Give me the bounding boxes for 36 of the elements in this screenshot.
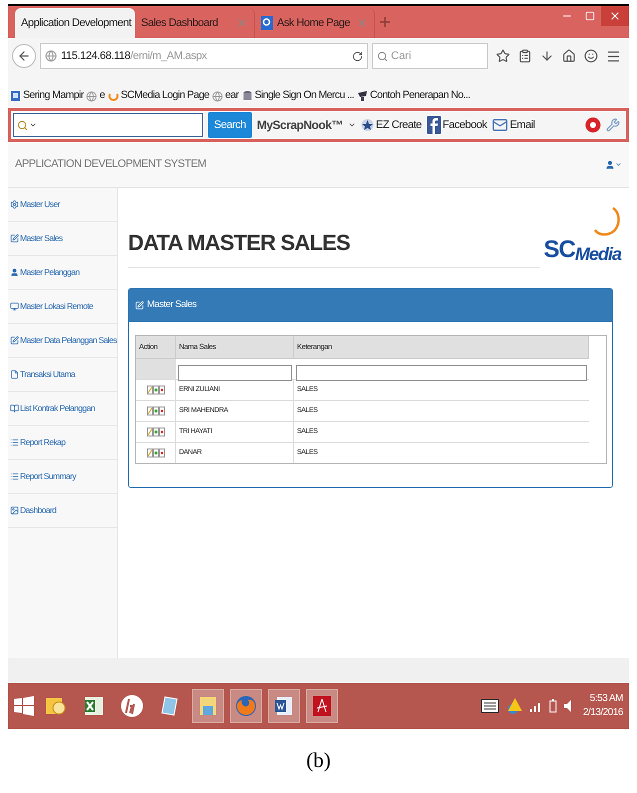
page-heading: DATA MASTER SALES [128,226,540,268]
logo-text: Media [574,244,621,266]
toolbar-link[interactable]: EZ Create [360,116,422,134]
sidebar-item[interactable]: Report Rekap [8,426,117,460]
url-host: 115.124.68.118 [61,48,130,64]
bookmark-link[interactable]: ear [212,88,239,104]
panel-title: Master Sales [147,298,196,312]
tab-title: Ask Home Page [277,16,351,31]
clock[interactable]: 5:53 AM 2/13/2016 [583,692,623,720]
sidebar-item[interactable]: Master Data Pelanggan Sales [8,324,117,358]
toolbar-link[interactable]: Email [492,116,535,134]
sidebar-item[interactable]: Report Summary [8,460,117,494]
sidebar-item[interactable]: Master User [8,188,117,222]
url-path: /erni/m_AM.aspx [130,48,207,64]
bookmark-link[interactable]: Sering Mampir [10,88,84,104]
search-button[interactable]: Search [208,112,252,138]
sidebar-item[interactable]: List Kontrak Pelanggan [8,392,117,426]
logo-text: SC [544,235,575,265]
sidebar-item[interactable]: Dashboard [8,494,117,528]
bookmark-link[interactable]: Single Sign On Mercu ... [242,88,354,104]
figure-caption: (b) [306,747,331,774]
tab-title: Sales Dashboard [141,16,219,31]
search-field[interactable]: Cari [372,43,488,69]
sidebar-item[interactable]: Master Sales [8,222,117,256]
tab-title: Application Development [21,16,132,31]
address-bar[interactable]: 115.124.68.118/erni/m_AM.aspx [40,43,368,69]
sidebar-item[interactable]: Master Lokasi Remote [8,290,117,324]
app-title: APPLICATION DEVELOPMENT SYSTEM [15,157,206,172]
browser-tab[interactable]: Application Development [15,8,135,38]
brand-label[interactable]: MyScrapNook™ [256,116,343,134]
bookmark-link[interactable]: Contoh Penerapan No... [356,88,470,104]
toolbar-link[interactable]: Facebook [426,116,487,134]
bookmark-link[interactable]: SCMedia Login Page [108,88,210,104]
sidebar-item[interactable]: Transaksi Utama [8,358,117,392]
sidebar-item[interactable]: Master Pelanggan [8,256,117,290]
bookmark-link[interactable]: e [86,88,105,104]
